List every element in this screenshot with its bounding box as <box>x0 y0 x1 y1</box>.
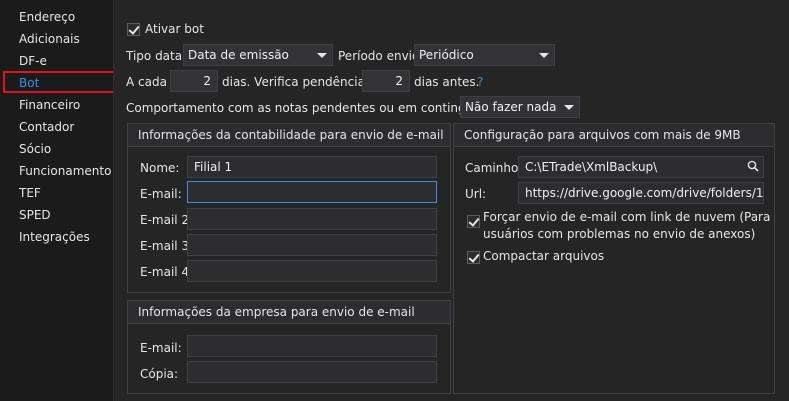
help-icon[interactable]: ? <box>477 75 483 89</box>
caminho-label: Caminho: <box>465 161 523 175</box>
sidebar-item-tef[interactable]: TEF <box>19 184 41 202</box>
email2-label: E-mail 2: <box>140 213 194 227</box>
arquivos-title: Configuração para arquivos com mais de 9… <box>454 124 774 147</box>
tipo-data-label: Tipo data: <box>126 49 187 63</box>
sidebar-item-endereco[interactable]: Endereço <box>19 8 75 26</box>
email4-label: E-mail 4: <box>140 265 194 279</box>
arquivos-group: Configuração para arquivos com mais de 9… <box>453 123 775 394</box>
caminho-field[interactable]: C:\ETrade\XmlBackup\ <box>518 156 764 178</box>
forcar-envio-label-line1: Forçar envio de e-mail com link de nuvem… <box>483 210 771 224</box>
empresa-email-label: E-mail: <box>140 341 182 355</box>
periodo-envio-value: Periódico <box>419 48 474 62</box>
empresa-email-field[interactable] <box>187 335 437 357</box>
sidebar-item-financeiro[interactable]: Financeiro <box>19 96 80 114</box>
contabilidade-group: Informações da contabilidade para envio … <box>127 123 451 293</box>
sidebar-item-integracoes[interactable]: Integrações <box>19 228 90 246</box>
forcar-envio-label-line2: usuários com problemas no envio de anexo… <box>483 227 756 241</box>
nome-field[interactable]: Filial 1 <box>187 156 437 178</box>
compactar-label: Compactar arquivos <box>483 249 605 263</box>
copia-field[interactable] <box>187 361 437 383</box>
periodo-envio-select[interactable]: Periódico <box>414 44 555 66</box>
copia-label: Cópia: <box>140 367 179 381</box>
pendencias-input[interactable]: 2 <box>362 70 410 92</box>
settings-sidebar: Endereço Adicionais DF-e Bot Financeiro … <box>0 0 115 401</box>
periodo-envio-label: Período envio: <box>338 49 424 63</box>
sidebar-item-contador[interactable]: Contador <box>19 118 74 136</box>
email2-field[interactable] <box>187 208 437 230</box>
email4-field[interactable] <box>187 260 437 282</box>
chevron-down-icon <box>539 53 549 58</box>
search-icon[interactable] <box>747 160 759 172</box>
tipo-data-value: Data de emissão <box>188 48 289 62</box>
nome-label: Nome: <box>140 161 180 175</box>
sidebar-item-funcionamento[interactable]: Funcionamento <box>19 162 111 180</box>
ativar-bot-checkbox[interactable] <box>127 23 140 36</box>
comportamento-value: Não fazer nada <box>465 100 557 114</box>
email3-label: E-mail 3: <box>140 239 194 253</box>
comportamento-label: Comportamento com as notas pendentes ou … <box>126 101 502 115</box>
empresa-group: Informações da empresa para envio de e-m… <box>127 300 451 394</box>
sidebar-item-socio[interactable]: Sócio <box>19 140 51 158</box>
compactar-checkbox[interactable] <box>467 251 480 264</box>
forcar-envio-checkbox[interactable] <box>467 215 480 228</box>
sidebar-item-dfe[interactable]: DF-e <box>19 52 47 70</box>
chevron-down-icon <box>564 105 574 110</box>
a-cada-input[interactable]: 2 <box>170 70 218 92</box>
ativar-bot-label: Ativar bot <box>145 22 204 36</box>
comportamento-select[interactable]: Não fazer nada <box>460 96 580 118</box>
sidebar-item-adicionais[interactable]: Adicionais <box>19 30 80 48</box>
email3-field[interactable] <box>187 234 437 256</box>
empresa-title: Informações da empresa para envio de e-m… <box>128 301 450 324</box>
tipo-data-select[interactable]: Data de emissão <box>183 44 333 66</box>
email-field[interactable] <box>187 181 437 203</box>
caminho-value: C:\ETrade\XmlBackup\ <box>525 160 658 174</box>
sidebar-item-sped[interactable]: SPED <box>19 206 51 224</box>
url-label: Url: <box>465 187 487 201</box>
a-cada-label: A cada <box>126 75 167 89</box>
contabilidade-title: Informações da contabilidade para envio … <box>128 124 450 147</box>
chevron-down-icon <box>317 53 327 58</box>
email-label: E-mail: <box>140 187 182 201</box>
dias-antes-label: dias antes. <box>414 75 480 89</box>
bot-settings-panel: Ativar bot Tipo data: Data de emissão Pe… <box>114 0 789 401</box>
url-field[interactable]: https://drive.google.com/drive/folders/1… <box>518 182 764 204</box>
active-item-highlight <box>3 71 115 93</box>
dias-verifica-label: dias. Verifica pendências: <box>222 75 376 89</box>
